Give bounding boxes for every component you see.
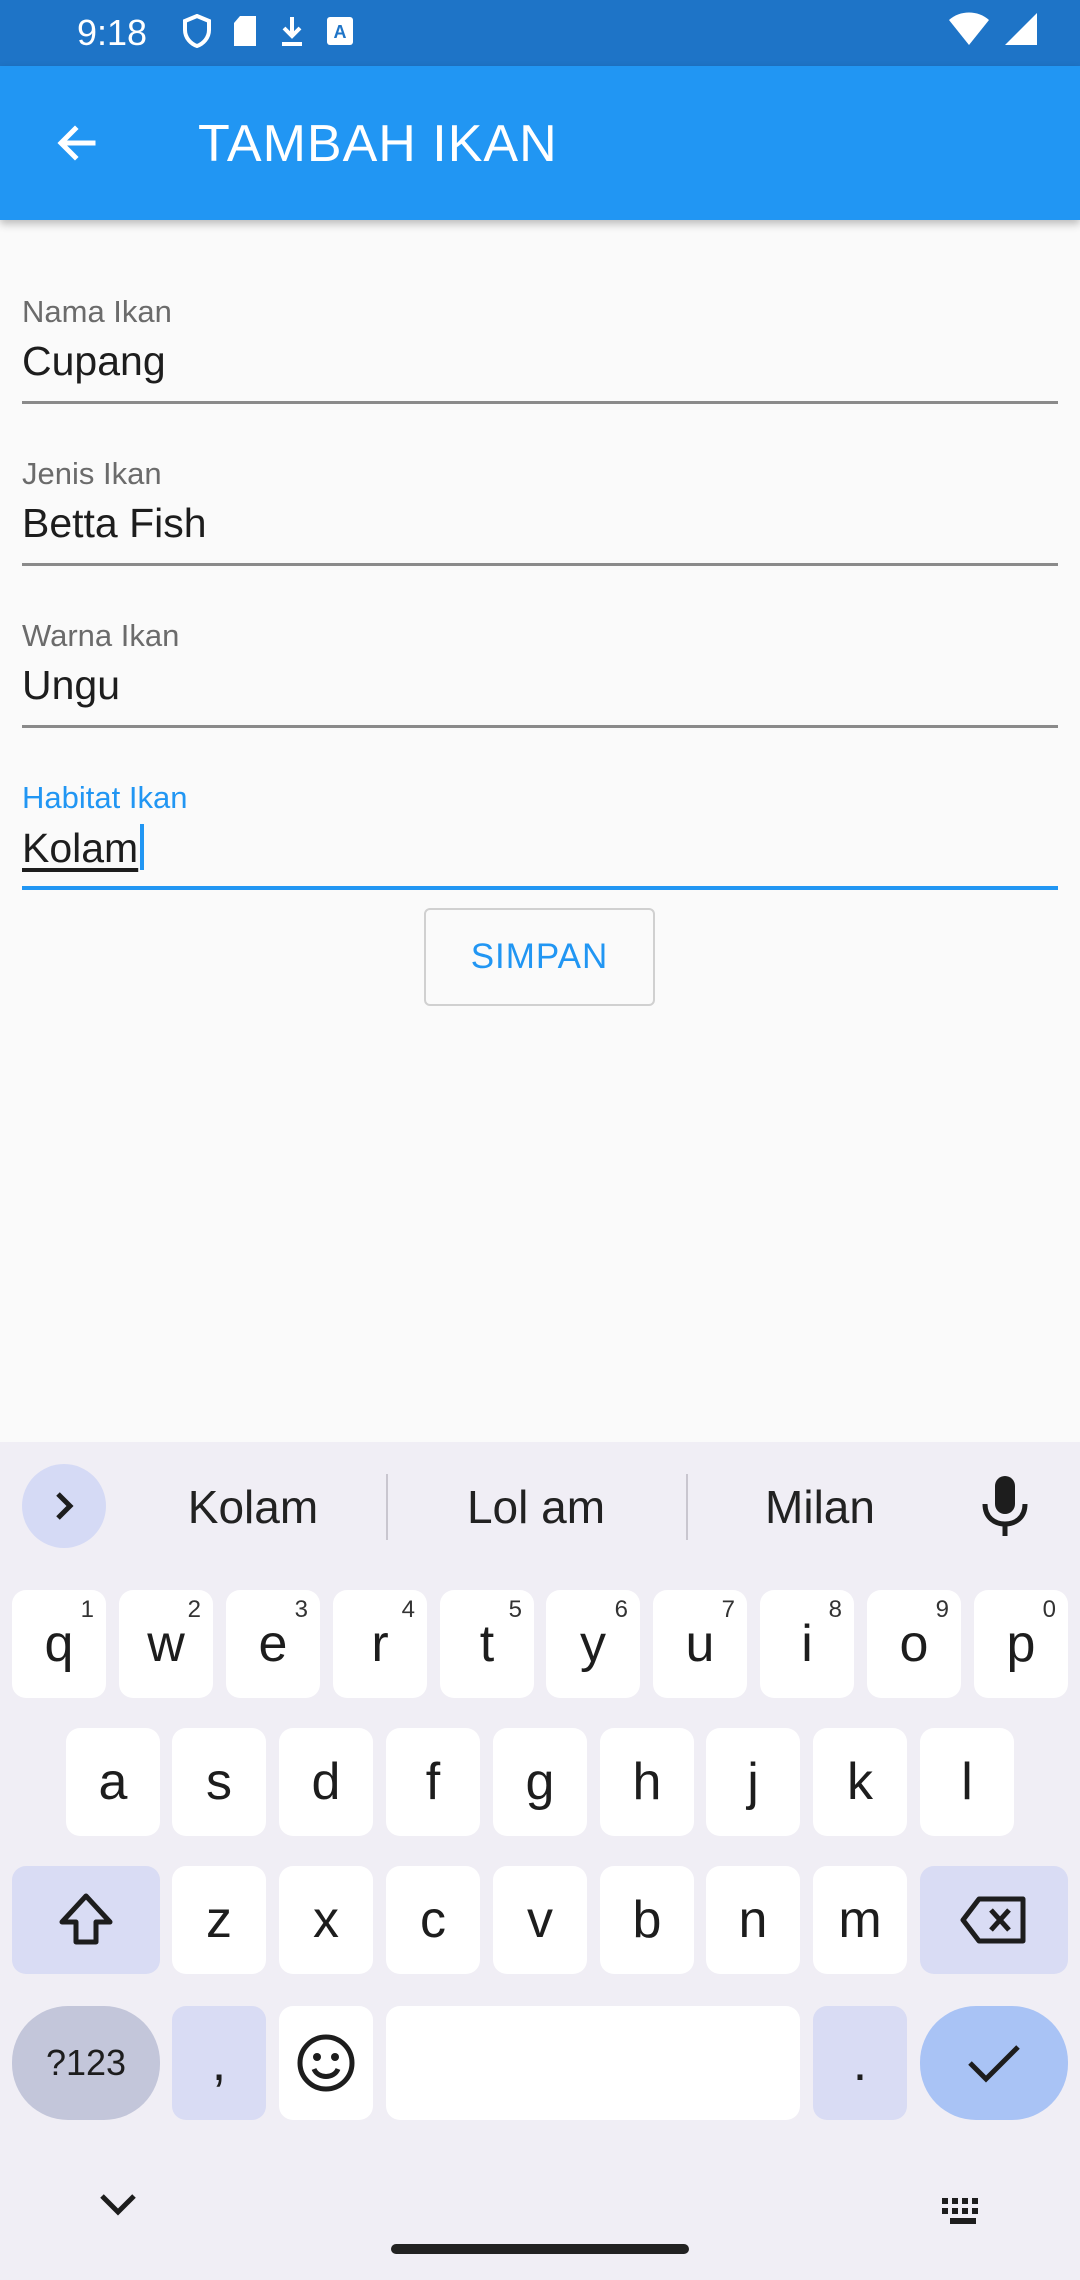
key-h[interactable]: h (600, 1728, 694, 1836)
suggestion-1[interactable]: Kolam (150, 1480, 356, 1534)
key-u[interactable]: u7 (653, 1590, 747, 1698)
back-button[interactable] (42, 108, 112, 178)
page-title: TAMBAH IKAN (198, 115, 558, 173)
key-i[interactable]: i8 (760, 1590, 854, 1698)
suggestion-3[interactable]: Milan (712, 1480, 928, 1534)
key-w[interactable]: w2 (119, 1590, 213, 1698)
suggestion-divider (686, 1474, 688, 1540)
key-s[interactable]: s (172, 1728, 266, 1836)
key-j[interactable]: j (706, 1728, 800, 1836)
field-label: Warna Ikan (22, 618, 180, 653)
symbols-key[interactable]: ?123 (12, 2006, 160, 2120)
home-indicator[interactable] (391, 2244, 689, 2254)
period-key[interactable]: . (813, 2006, 907, 2120)
microphone-icon (982, 1476, 1028, 1536)
key-v[interactable]: v (493, 1866, 587, 1974)
hide-keyboard-button[interactable] (96, 2190, 140, 2223)
save-button[interactable]: SIMPAN (424, 908, 655, 1006)
svg-text:A: A (334, 22, 347, 42)
key-z[interactable]: z (172, 1866, 266, 1974)
field-label: Habitat Ikan (22, 780, 188, 815)
comma-key[interactable]: , (172, 2006, 266, 2120)
warna-ikan-field[interactable]: Warna Ikan Ungu (22, 566, 1058, 728)
key-r[interactable]: r4 (333, 1590, 427, 1698)
key-m[interactable]: m (813, 1866, 907, 1974)
translate-icon: A (327, 17, 353, 45)
keyboard-icon (942, 2198, 978, 2224)
backspace-icon (960, 1896, 1026, 1944)
voice-input-button[interactable] (978, 1474, 1032, 1545)
download-icon (282, 17, 302, 46)
shift-icon (59, 1893, 113, 1945)
arrow-back-icon (57, 125, 96, 161)
key-d[interactable]: d (279, 1728, 373, 1836)
keyboard: Kolam Lol am Milan (0, 1442, 1080, 2280)
app-bar: TAMBAH IKAN (0, 66, 1080, 220)
key-f[interactable]: f (386, 1728, 480, 1836)
key-o[interactable]: o9 (867, 1590, 961, 1698)
field-label: Jenis Ikan (22, 456, 162, 491)
key-q[interactable]: q1 (12, 1590, 106, 1698)
suggestion-divider (386, 1474, 388, 1540)
field-label: Nama Ikan (22, 294, 172, 329)
field-value: Kolam (22, 825, 139, 871)
field-value: Cupang (22, 338, 166, 384)
nama-ikan-field[interactable]: Nama Ikan Cupang (22, 242, 1058, 404)
chevron-right-icon (56, 1492, 74, 1520)
shield-icon (183, 14, 211, 48)
emoji-key[interactable] (279, 2006, 373, 2120)
key-b[interactable]: b (600, 1866, 694, 1974)
jenis-ikan-field[interactable]: Jenis Ikan Betta Fish (22, 404, 1058, 566)
backspace-key[interactable] (920, 1866, 1068, 1974)
field-value: Ungu (22, 662, 121, 708)
enter-key[interactable] (920, 2006, 1068, 2120)
key-a[interactable]: a (66, 1728, 160, 1836)
suggestion-2[interactable]: Lol am (412, 1480, 660, 1534)
keyboard-switch-button[interactable] (940, 2196, 986, 2231)
key-p[interactable]: p0 (974, 1590, 1068, 1698)
suggestion-strip: Kolam Lol am Milan (0, 1442, 1080, 1572)
field-value: Betta Fish (22, 500, 207, 546)
text-cursor (140, 824, 145, 870)
space-key[interactable] (386, 2006, 800, 2120)
expand-toolbar-button[interactable] (22, 1464, 106, 1548)
key-l[interactable]: l (920, 1728, 1014, 1836)
wifi-icon (949, 12, 989, 45)
sd-card-icon (234, 16, 256, 46)
key-k[interactable]: k (813, 1728, 907, 1836)
status-bar: 9:18 A (0, 0, 1080, 66)
key-t[interactable]: t5 (440, 1590, 534, 1698)
signal-icon (1005, 13, 1037, 45)
key-g[interactable]: g (493, 1728, 587, 1836)
chevron-down-icon (100, 2194, 136, 2216)
key-x[interactable]: x (279, 1866, 373, 1974)
key-e[interactable]: e3 (226, 1590, 320, 1698)
shift-key[interactable] (12, 1866, 160, 1974)
emoji-icon (297, 2034, 355, 2092)
check-icon (968, 2045, 1020, 2083)
habitat-ikan-field[interactable]: Habitat Ikan Kolam (22, 728, 1058, 890)
key-n[interactable]: n (706, 1866, 800, 1974)
status-time: 9:18 (77, 12, 148, 53)
key-c[interactable]: c (386, 1866, 480, 1974)
key-y[interactable]: y6 (546, 1590, 640, 1698)
